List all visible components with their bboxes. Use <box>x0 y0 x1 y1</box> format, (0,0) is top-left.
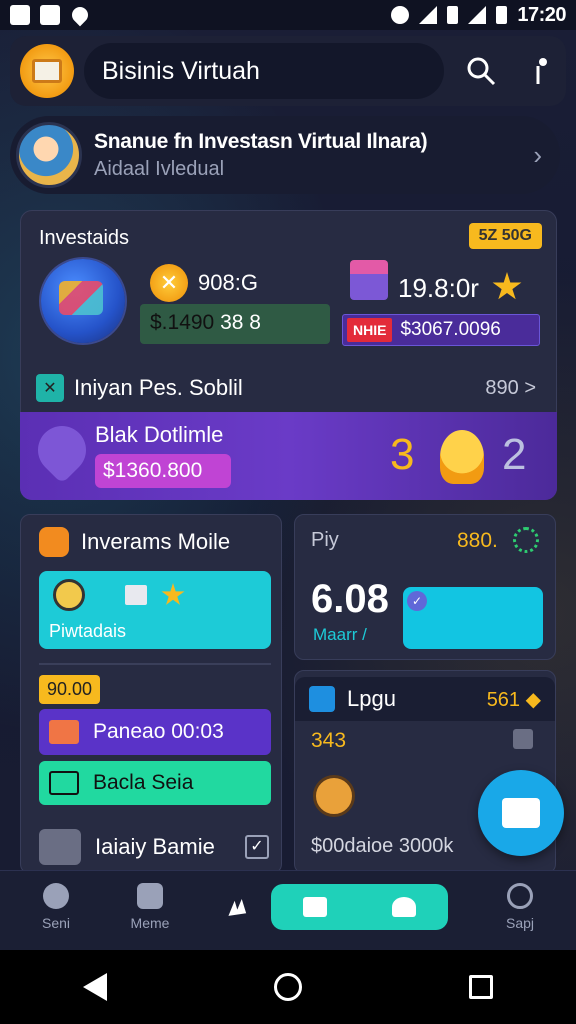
purple-value: $3067.0096 <box>400 319 501 340</box>
home-icon[interactable] <box>273 973 302 1001</box>
right-card-value: 880. <box>457 529 498 552</box>
profile-subtitle: Aidaal Ivledual <box>94 157 225 180</box>
investments-badge[interactable]: 5Z 50G <box>468 223 542 249</box>
balance-box[interactable]: $.1490 38 8 <box>140 304 330 344</box>
gauge-icon <box>39 527 69 557</box>
promo-number-right: 2 <box>502 430 527 479</box>
right-card-2-title: Lpgu <box>347 686 396 711</box>
location-pin-icon <box>28 416 96 484</box>
nav-center-pill[interactable] <box>270 884 448 930</box>
nav-center[interactable] <box>224 881 448 933</box>
promo-banner[interactable]: Blak Dotlimle $1360.800 3 2 <box>20 412 557 500</box>
nav-label: Sapj <box>505 915 535 931</box>
app-header: Bisinis Virtuah <box>10 36 566 106</box>
nav-item-seni[interactable]: Seni <box>16 883 96 931</box>
investments-title: Investaids <box>39 227 130 249</box>
right-card-2-number: 343 <box>311 729 347 752</box>
divider <box>39 663 271 665</box>
teal-card-label: Piwtadais <box>49 621 127 641</box>
globe-icon <box>41 259 125 343</box>
right-card-big-value: 6.08 <box>311 577 389 621</box>
yellow-tag: 90.00 <box>39 675 101 704</box>
profile-row[interactable]: Snanue fn Investasn Virtual Ilnara) Aida… <box>10 116 560 194</box>
promo-amount[interactable]: $1360.800 <box>95 454 231 488</box>
checkbox[interactable]: ✓ <box>245 835 269 859</box>
system-nav-bar <box>0 950 576 1024</box>
clock: 17:20 <box>517 3 566 26</box>
green-button[interactable]: Bacla Seia <box>39 761 271 805</box>
promo-title: Blak Dotlimle <box>95 422 224 447</box>
profile-name: Snanue fn Investasn Virtual Ilnara) <box>94 129 428 153</box>
gift-icon <box>49 720 79 744</box>
right-card-title: Piy <box>311 529 339 551</box>
dice-icon <box>39 829 81 865</box>
camera-icon <box>302 897 327 917</box>
left-card: Inverams Moile Piwtadais 90.00 Paneao 00… <box>20 514 282 874</box>
left-card-bottom-label: Iaiaiy Bamie <box>95 834 215 859</box>
teal-card[interactable]: Piwtadais <box>39 571 271 649</box>
coin-value: 908:G <box>198 270 258 295</box>
coin-icon: ✕ <box>150 264 188 302</box>
right-card-sub: Maarr / <box>313 625 367 644</box>
right-card: Piy 880. ✓ 6.08 Maarr / <box>294 514 556 660</box>
app-logo[interactable] <box>20 44 74 98</box>
signal-icon <box>468 6 487 24</box>
row-value: 890 > <box>485 376 536 399</box>
green-button-label: Bacla Seia <box>93 771 194 794</box>
gauge-icon <box>43 883 69 909</box>
location-icon <box>309 686 335 712</box>
person-icon <box>137 883 163 909</box>
row-label: Iniyan Pes. Soblil <box>74 375 243 400</box>
nav-item-meme[interactable]: Meme <box>110 883 190 931</box>
nav-label: Meme <box>130 915 170 931</box>
settings-icon <box>507 883 533 909</box>
hand-icon <box>228 899 247 916</box>
balance-prefix: $.1490 <box>150 311 215 334</box>
right-card-2-text: $00daioe 3000k <box>311 835 454 857</box>
battery-icon <box>496 6 508 24</box>
red-tag: NHIE <box>347 318 393 342</box>
recents-icon[interactable] <box>468 975 493 999</box>
back-icon[interactable] <box>83 973 108 1001</box>
shop-icon <box>313 775 355 817</box>
lightbulb-icon <box>440 430 484 484</box>
wifi-icon <box>419 6 438 24</box>
notification-icon <box>10 5 30 25</box>
balance-value: 38 8 <box>220 311 261 334</box>
panel-button[interactable]: Paneao 00:03 <box>39 709 271 755</box>
investment-list-row[interactable]: ✕ Iniyan Pes. Soblil 890 > <box>36 370 536 406</box>
purple-value-bar[interactable]: NHIE $3067.0096 <box>342 314 540 346</box>
compose-fab[interactable] <box>478 770 564 856</box>
panel-button-label: Paneao 00:03 <box>93 720 224 743</box>
right-value: 19.8:0r <box>398 273 479 303</box>
chevron-right-icon[interactable]: › <box>533 140 542 171</box>
nav-label: Seni <box>41 915 71 931</box>
status-bar: 17:20 <box>0 0 576 30</box>
bottom-nav: Seni Meme Sapj <box>0 870 576 950</box>
heart-icon <box>68 3 92 27</box>
close-box-icon: ✕ <box>36 374 64 402</box>
edit-icon <box>502 798 540 828</box>
left-card-title: Inverams Moile <box>81 529 231 554</box>
promo-number-left: 3 <box>390 430 415 479</box>
right-card-2-value: 561 ◆ <box>486 688 541 711</box>
settings-gear-icon <box>391 6 410 24</box>
avatar[interactable] <box>16 122 82 188</box>
document-icon <box>125 585 147 605</box>
pin-icon[interactable] <box>526 56 550 86</box>
notification-icon-2 <box>40 5 60 25</box>
sim-icon <box>447 6 459 24</box>
check-icon: ✓ <box>407 591 427 611</box>
left-card-bottom-row[interactable]: Iaiaiy Bamie ✓ <box>39 829 269 865</box>
star-icon <box>161 583 185 605</box>
search-icon[interactable] <box>466 56 496 86</box>
nav-item-sapj[interactable]: Sapj <box>480 883 560 931</box>
app-title: Bisinis Virtuah <box>84 43 444 99</box>
image-icon <box>49 771 79 795</box>
film-reel-icon <box>53 579 85 611</box>
chest-icon <box>350 260 388 300</box>
checkbox-icon[interactable] <box>513 729 533 749</box>
refresh-icon[interactable] <box>513 527 539 553</box>
tag-icon <box>391 897 416 917</box>
